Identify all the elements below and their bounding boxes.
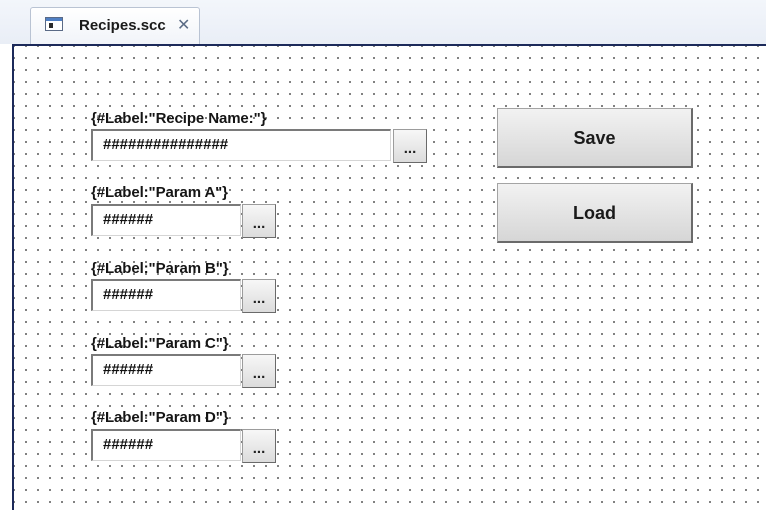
document-tab-bar: Recipes.scc ✕: [0, 0, 766, 44]
param-a-field[interactable]: ######: [91, 204, 241, 236]
design-canvas[interactable]: {#Label:"Recipe Name:"} ############### …: [12, 44, 766, 510]
param-a-browse-button[interactable]: ...: [242, 204, 276, 238]
param-c-browse-button[interactable]: ...: [242, 354, 276, 388]
param-b-browse-button[interactable]: ...: [242, 279, 276, 313]
recipe-name-label: {#Label:"Recipe Name:"}: [91, 110, 267, 127]
close-icon[interactable]: ✕: [177, 15, 190, 35]
param-c-field[interactable]: ######: [91, 354, 241, 386]
param-b-label: {#Label:"Param B"}: [91, 260, 229, 277]
param-d-browse-button[interactable]: ...: [242, 429, 276, 463]
recipe-name-field[interactable]: ###############: [91, 129, 391, 161]
param-d-label: {#Label:"Param D"}: [91, 409, 229, 426]
param-c-label: {#Label:"Param C"}: [91, 335, 229, 352]
tab-title: Recipes.scc: [79, 17, 166, 34]
param-a-label: {#Label:"Param A"}: [91, 184, 228, 201]
param-d-field[interactable]: ######: [91, 429, 241, 461]
recipe-name-browse-button[interactable]: ...: [393, 129, 427, 163]
param-b-field[interactable]: ######: [91, 279, 241, 311]
load-button[interactable]: Load: [497, 183, 693, 243]
tab-recipes[interactable]: Recipes.scc ✕: [30, 7, 200, 44]
save-button[interactable]: Save: [497, 108, 693, 168]
screen-document-icon: [45, 17, 63, 31]
